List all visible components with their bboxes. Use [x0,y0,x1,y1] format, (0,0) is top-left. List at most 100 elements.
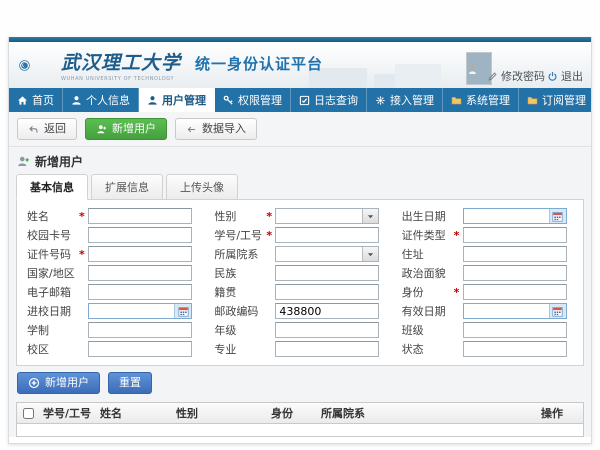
nav-item-7[interactable]: 订阅管理 [519,88,595,112]
field-input[interactable] [275,227,379,243]
submit-label: 新增用户 [45,376,89,390]
form-field: 姓名* [19,208,206,224]
form-field: 民族 [206,265,393,281]
field-label: 校区 [27,341,79,357]
field-label: 所属院系 [214,246,266,262]
form-actions: 新增用户 重置 [9,366,591,400]
power-icon [547,71,558,82]
required-marker: * [266,210,275,223]
column-header: 性别 [172,405,267,421]
chevron-down-icon [362,247,378,261]
nav-item-label: 权限管理 [238,92,282,108]
column-header: 学号/工号 [39,405,96,421]
field-select[interactable] [275,246,379,262]
university-name: 武汉理工大学 [61,48,181,75]
tab-1[interactable]: 扩展信息 [91,174,163,200]
nav-item-5[interactable]: 接入管理 [367,88,443,112]
field-label: 民族 [214,265,266,281]
gear-icon [375,95,386,106]
logout-label: 退出 [561,68,583,84]
field-label: 性别 [214,208,266,224]
header: 武汉理工大学 统一身份认证平台 WUHAN UNIVERSITY OF TECH… [9,42,591,88]
logout-link[interactable]: 退出 [547,68,583,84]
date-input[interactable] [464,304,549,318]
field-input[interactable] [463,246,567,262]
field-input[interactable] [275,341,379,357]
nav-item-3[interactable]: 权限管理 [215,88,291,112]
reset-label: 重置 [119,376,141,390]
field-input[interactable] [463,341,567,357]
field-input[interactable] [88,322,192,338]
field-input[interactable] [88,246,192,262]
field-input[interactable] [463,227,567,243]
field-input[interactable] [88,341,192,357]
calendar-icon[interactable] [549,304,566,318]
field-input[interactable] [275,303,379,319]
select-all-cell [17,408,39,419]
nav-item-label: 日志查询 [314,92,358,108]
date-input[interactable] [89,304,174,318]
nav-item-1[interactable]: 个人信息 [63,88,139,112]
folder-icon [527,95,538,106]
person-icon [71,95,82,106]
field-label: 学号/工号 [214,227,266,243]
form-grid: 姓名*性别*出生日期校园卡号学号/工号*证件类型*证件号码*所属院系住址国家/地… [19,208,581,357]
form-field: 学制 [19,322,206,338]
data-import-button[interactable]: 数据导入 [175,118,257,140]
nav-item-4[interactable]: 日志查询 [291,88,367,112]
data-import-label: 数据导入 [202,122,246,136]
field-select[interactable] [275,208,379,224]
required-marker: * [79,248,88,261]
form-field: 年级 [206,322,393,338]
tab-2[interactable]: 上传头像 [166,174,238,200]
date-input[interactable] [464,209,549,223]
field-label: 校园卡号 [27,227,79,243]
field-input[interactable] [275,322,379,338]
field-input[interactable] [463,265,567,281]
field-input[interactable] [88,227,192,243]
tab-0[interactable]: 基本信息 [16,174,88,200]
field-label: 有效日期 [402,303,454,319]
field-date [88,303,192,319]
change-password-link[interactable]: 修改密码 [487,68,545,84]
field-input[interactable] [88,208,192,224]
calendar-icon[interactable] [174,304,191,318]
column-header: 姓名 [96,405,172,421]
content: 返回 新增用户 数据导入 新增用户 基本信息扩展信息上传头像 姓名*性别*出生日… [9,112,591,437]
required-marker: * [454,229,463,242]
main-nav: 首页个人信息用户管理权限管理日志查询接入管理系统管理订阅管理 [9,88,591,112]
field-input[interactable] [275,265,379,281]
reset-button[interactable]: 重置 [108,372,152,394]
back-button[interactable]: 返回 [17,118,77,140]
add-user-toolbar-button[interactable]: 新增用户 [85,118,167,140]
field-input[interactable] [463,322,567,338]
folder-icon [451,95,462,106]
required-marker: * [266,229,275,242]
field-input[interactable] [88,284,192,300]
page: { "header": { "university_name": "武汉理工大学… [0,0,600,450]
change-password-label: 修改密码 [501,68,545,84]
field-label: 身份 [402,284,454,300]
nav-item-0[interactable]: 首页 [9,88,63,112]
field-input[interactable] [463,284,567,300]
form-field: 状态 [394,341,581,357]
nav-item-2[interactable]: 用户管理 [139,88,215,112]
field-label: 住址 [402,246,454,262]
back-button-label: 返回 [44,122,66,136]
calendar-icon[interactable] [549,209,566,223]
form-field: 住址 [394,246,581,262]
field-label: 电子邮箱 [27,284,79,300]
submit-add-user-button[interactable]: 新增用户 [17,372,100,394]
home-icon [17,95,28,106]
field-label: 出生日期 [402,208,454,224]
back-icon [28,124,39,135]
field-label: 国家/地区 [27,265,79,281]
nav-item-6[interactable]: 系统管理 [443,88,519,112]
field-input[interactable] [275,284,379,300]
field-date [463,303,567,319]
nav-item-label: 系统管理 [466,92,510,108]
field-input[interactable] [88,265,192,281]
skyline-decoration [395,64,441,88]
form-field: 校园卡号 [19,227,206,243]
select-all-checkbox[interactable] [23,408,34,419]
